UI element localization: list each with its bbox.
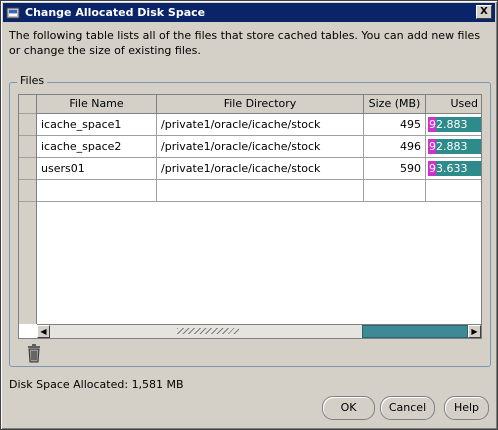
corner-header: [19, 95, 36, 114]
row-header-4[interactable]: [19, 180, 36, 202]
cell-file-directory[interactable]: /private1/oracle/icache/stock: [157, 158, 364, 180]
cell-file-directory[interactable]: /private1/oracle/icache/stock: [157, 114, 364, 136]
cell-file-name[interactable]: icache_space1: [37, 114, 157, 136]
help-button[interactable]: Help: [444, 396, 489, 420]
cell-size[interactable]: 590: [364, 158, 426, 180]
trash-icon[interactable]: [25, 343, 43, 363]
scroll-right-button[interactable]: ▶: [468, 325, 481, 338]
cell-used: 92.883: [426, 114, 481, 136]
cell-file-name[interactable]: users01: [37, 158, 157, 180]
used-value: 92.883: [429, 140, 468, 153]
used-bar: 93.633: [428, 161, 481, 176]
cell-used: 92.883: [426, 136, 481, 158]
arrow-left-icon: ◀: [40, 327, 47, 336]
disk-icon: [6, 7, 20, 18]
ok-button[interactable]: OK: [322, 396, 375, 420]
cell-size[interactable]: 496: [364, 136, 426, 158]
cell-used: 93.633: [426, 158, 481, 180]
cell-file-directory[interactable]: /private1/oracle/icache/stock: [157, 136, 364, 158]
new-row-size[interactable]: [364, 180, 426, 202]
used-value: 92.883: [429, 118, 468, 131]
used-value: 93.633: [429, 162, 468, 175]
title-bar[interactable]: Change Allocated Disk Space X: [3, 3, 495, 22]
scroll-left-button[interactable]: ◀: [37, 325, 50, 338]
close-button[interactable]: X: [476, 5, 492, 19]
column-header-file-directory[interactable]: File Directory: [157, 95, 364, 114]
new-row-file-directory[interactable]: [157, 180, 364, 202]
horizontal-scrollbar[interactable]: ◀ ▶: [37, 324, 481, 338]
scrollbar-thumb[interactable]: [362, 325, 468, 338]
new-row-file-name[interactable]: [37, 180, 157, 202]
arrow-right-icon: ▶: [471, 327, 478, 336]
files-table[interactable]: File Name File Directory Size (MB) Used …: [18, 94, 482, 339]
row-header-2[interactable]: [19, 136, 36, 158]
window-title: Change Allocated Disk Space: [25, 6, 206, 19]
cancel-button[interactable]: Cancel: [380, 396, 435, 420]
row-header-1[interactable]: [19, 114, 36, 136]
used-bar: 92.883: [428, 117, 481, 132]
column-header-size[interactable]: Size (MB): [364, 95, 426, 114]
close-icon: X: [480, 6, 488, 17]
files-group-label: Files: [17, 74, 48, 87]
used-bar: 92.883: [428, 139, 481, 154]
row-header-3[interactable]: [19, 158, 36, 180]
cell-file-name[interactable]: icache_space2: [37, 136, 157, 158]
row-header-column: [19, 95, 37, 324]
intro-text: The following table lists all of the fil…: [9, 29, 481, 57]
column-header-file-name[interactable]: File Name: [37, 95, 157, 114]
scrollbar-grip[interactable]: [177, 328, 239, 334]
new-row-used: [426, 180, 481, 202]
disk-space-allocated: Disk Space Allocated: 1,581 MB: [9, 378, 184, 391]
dialog-window: Change Allocated Disk Space X The follow…: [0, 0, 498, 430]
column-header-used[interactable]: Used: [426, 95, 481, 114]
cell-size[interactable]: 495: [364, 114, 426, 136]
